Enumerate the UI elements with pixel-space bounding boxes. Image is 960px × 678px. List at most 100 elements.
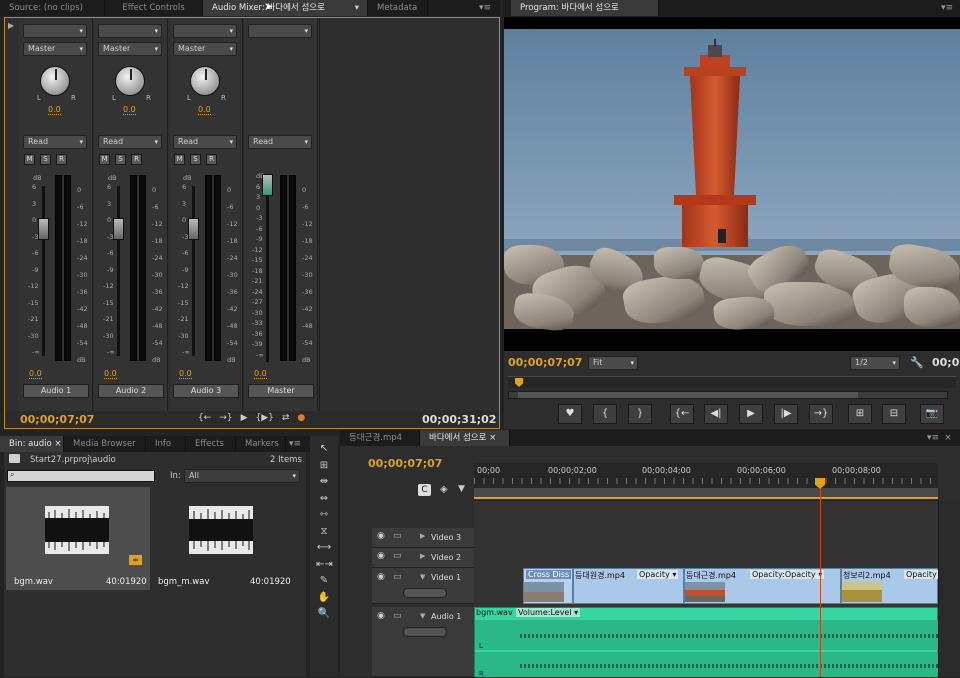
program-time-ruler[interactable] <box>508 376 956 388</box>
add-marker-icon[interactable]: ♥ <box>558 404 582 424</box>
lock-icon[interactable]: ▭ <box>393 531 402 541</box>
set-marker-icon[interactable]: ▼ <box>458 484 465 494</box>
tab-media-browser[interactable]: Media Browser <box>64 436 146 452</box>
eye-icon[interactable]: ◉ <box>377 572 385 582</box>
tab-bin-audio[interactable]: Bin: audio × <box>0 436 64 452</box>
bin-search-input[interactable]: ⌕ <box>7 470 155 482</box>
eye-icon[interactable]: ◉ <box>377 551 385 561</box>
tab-audio-mixer[interactable]: Audio Mixer: 바다에서 섬으로 ▾ <box>203 0 368 16</box>
audio-clip-volume[interactable]: Volume:Level ▾ <box>516 608 581 617</box>
slip-tool-icon[interactable]: ⟷ <box>316 541 332 555</box>
pan-value[interactable]: 0.0 <box>123 105 136 115</box>
go-to-out-icon[interactable]: →} <box>809 404 833 424</box>
channel-output-select[interactable]: Master ▾ <box>173 42 237 56</box>
go-to-in-icon[interactable]: {← <box>670 404 694 424</box>
volume-fader[interactable] <box>38 218 49 240</box>
eye-icon[interactable]: ◉ <box>377 531 385 541</box>
mark-out-icon[interactable]: } <box>628 404 652 424</box>
video-clip-3-opacity[interactable]: Opacity <box>904 570 938 579</box>
mark-in-icon[interactable]: { <box>593 404 617 424</box>
solo-button[interactable]: S <box>190 154 201 165</box>
wrench-icon[interactable]: 🔧 <box>910 356 924 369</box>
go-to-out-icon[interactable]: →} <box>219 413 232 423</box>
timeline-panel-menu-icon[interactable]: ▾≡ <box>924 432 942 444</box>
channel-output-select[interactable]: Master ▾ <box>98 42 162 56</box>
lock-icon[interactable]: ▭ <box>393 611 402 621</box>
mixer-left-arrow-icon[interactable]: ▶ <box>8 21 14 30</box>
lock-icon[interactable]: ▭ <box>393 572 402 582</box>
volume-fader[interactable] <box>113 218 124 240</box>
slide-tool-icon[interactable]: ⇤⇥ <box>316 558 333 572</box>
program-resolution-select[interactable]: 1/2 ▾ <box>850 356 900 370</box>
mute-button[interactable]: M <box>174 154 185 165</box>
keyframe-nav[interactable] <box>403 627 447 637</box>
snap-icon[interactable]: C <box>418 484 431 496</box>
tab-markers[interactable]: Markers <box>236 436 286 452</box>
rate-stretch-tool-icon[interactable]: ⇿ <box>316 508 332 522</box>
play-in-out-icon[interactable]: {▶} <box>255 413 273 423</box>
lift-icon[interactable]: ⊞ <box>848 404 872 424</box>
ripple-edit-tool-icon[interactable]: ⇹ <box>316 475 332 489</box>
track-expand-icon[interactable]: ▶ <box>420 532 425 540</box>
tab-info[interactable]: Info <box>146 436 186 452</box>
tab-source[interactable]: Source: (no clips) <box>0 0 105 16</box>
track-collapse-icon[interactable]: ▼ <box>420 612 425 620</box>
record-enable-button[interactable]: R <box>206 154 217 165</box>
zoom-tool-icon[interactable]: 🔍 <box>316 607 332 621</box>
track-expand-icon[interactable]: ▶ <box>420 552 425 560</box>
tab-program[interactable]: Program: 바다에서 섬으로 <box>511 0 659 16</box>
timeline-timecode[interactable]: 00;00;07;07 <box>368 457 442 470</box>
record-enable-button[interactable]: R <box>131 154 142 165</box>
play-icon[interactable]: ▶ <box>739 404 763 424</box>
video-clip-1-opacity[interactable]: Opacity ▾ <box>637 570 679 579</box>
pan-knob[interactable] <box>115 66 145 96</box>
pen-tool-icon[interactable]: ✎ <box>316 574 332 588</box>
tab-metadata[interactable]: Metadata <box>368 0 428 16</box>
tab-effects[interactable]: Effects <box>186 436 236 452</box>
mute-button[interactable]: M <box>99 154 110 165</box>
master-volume-fader[interactable] <box>262 174 273 196</box>
timeline-close-icon[interactable]: × <box>942 432 954 444</box>
pan-value[interactable]: 0.0 <box>198 105 211 115</box>
automation-mode-select[interactable]: Read ▾ <box>23 135 87 149</box>
bin-in-select[interactable]: All ▾ <box>184 469 300 483</box>
track-collapse-icon[interactable]: ▼ <box>420 573 425 581</box>
tab-menu-arrow-icon[interactable]: ▾ <box>355 0 359 16</box>
pan-knob[interactable] <box>190 66 220 96</box>
pan-knob[interactable] <box>40 66 70 96</box>
solo-button[interactable]: S <box>40 154 51 165</box>
keyframe-nav[interactable] <box>403 588 447 598</box>
channel-level-value[interactable]: 0.0 <box>104 369 117 379</box>
mixer-timecode-left[interactable]: 00;00;07;07 <box>20 413 94 426</box>
tab-sequence-2[interactable]: 바다에서 섬으로 × <box>420 430 510 446</box>
automation-mode-select[interactable]: Read ▾ <box>248 135 312 149</box>
lock-icon[interactable]: ▭ <box>393 551 402 561</box>
record-enable-button[interactable]: R <box>56 154 67 165</box>
selection-tool-icon[interactable]: ↖ <box>316 442 332 456</box>
step-back-icon[interactable]: ◀| <box>704 404 728 424</box>
mute-button[interactable]: M <box>24 154 35 165</box>
export-frame-icon[interactable]: 📷 <box>920 404 944 424</box>
bin-panel-menu-icon[interactable]: ▾≡ <box>286 438 304 450</box>
timeline-scrollbar[interactable] <box>938 501 960 677</box>
source-panel-menu-icon[interactable]: ▾≡ <box>476 2 494 14</box>
tab-sequence-1[interactable]: 등대근경.mp4 <box>340 430 420 446</box>
extract-icon[interactable]: ⊟ <box>882 404 906 424</box>
automation-mode-select[interactable]: Read ▾ <box>98 135 162 149</box>
program-panel-menu-icon[interactable]: ▾≡ <box>938 2 956 14</box>
video-clip-2-opacity[interactable]: Opacity:Opacity ▾ <box>750 570 825 579</box>
channel-input-select[interactable]: ▾ <box>98 24 162 38</box>
loop-icon[interactable]: ⇄ <box>282 413 290 423</box>
automation-mode-select[interactable]: Read ▾ <box>173 135 237 149</box>
solo-button[interactable]: S <box>115 154 126 165</box>
record-icon[interactable]: ● <box>297 413 305 423</box>
playhead-line[interactable] <box>820 489 821 677</box>
rolling-edit-tool-icon[interactable]: ⇔ <box>316 492 332 506</box>
volume-fader[interactable] <box>188 218 199 240</box>
step-forward-icon[interactable]: |▶ <box>774 404 798 424</box>
speaker-icon[interactable]: ◉ <box>377 611 385 621</box>
channel-level-value[interactable]: 0.0 <box>254 369 267 379</box>
tab-effect-controls[interactable]: Effect Controls <box>105 0 203 16</box>
program-timecode[interactable]: 00;00;07;07 <box>508 356 582 369</box>
channel-input-select[interactable]: ▾ <box>248 24 312 38</box>
